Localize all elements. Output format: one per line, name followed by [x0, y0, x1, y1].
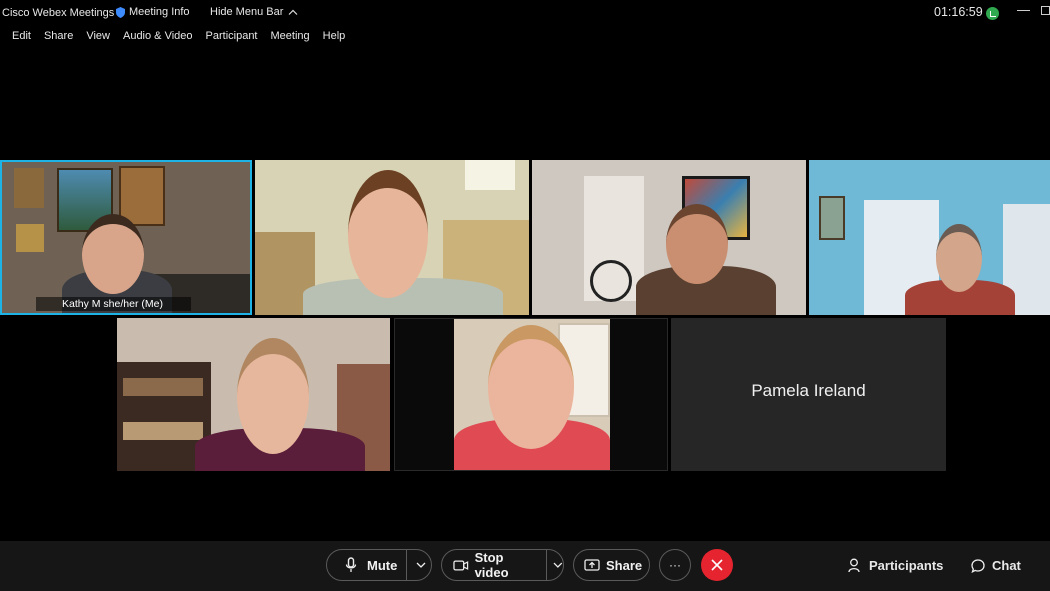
menu-share[interactable]: Share — [44, 30, 73, 42]
hide-menu-bar-label: Hide Menu Bar — [210, 6, 284, 18]
menu-edit[interactable]: Edit — [12, 30, 31, 42]
video-tile-4[interactable] — [809, 160, 1050, 315]
chevron-up-icon — [288, 9, 298, 15]
title-bar: Cisco Webex Meetings Meeting Info Hide M… — [0, 0, 1050, 26]
close-icon — [711, 559, 723, 571]
hide-menu-bar-button[interactable]: Hide Menu Bar — [210, 6, 298, 18]
person-head — [237, 338, 309, 454]
maximize-icon[interactable] — [1041, 6, 1050, 15]
menu-bar: Edit Share View Audio & Video Participan… — [12, 30, 358, 42]
self-name-label: Kathy M she/her (Me) — [36, 297, 191, 311]
ceiling-light — [465, 160, 515, 190]
share-label: Share — [606, 557, 643, 573]
wall-art — [14, 168, 44, 208]
video-tile-2[interactable] — [255, 160, 529, 315]
participants-label: Participants — [869, 558, 944, 573]
video-tile-self[interactable]: Kathy M she/her (Me) — [0, 160, 252, 315]
menu-view[interactable]: View — [86, 30, 110, 42]
mute-label: Mute — [367, 557, 398, 573]
meeting-info-button[interactable]: Meeting Info — [116, 6, 190, 18]
shelf-books — [123, 378, 203, 396]
video-tile-5[interactable] — [117, 318, 390, 471]
divider — [406, 549, 408, 581]
chat-icon — [971, 558, 985, 573]
app-name: Cisco Webex Meetings — [2, 7, 115, 19]
chevron-down-icon[interactable] — [416, 562, 426, 568]
share-button[interactable]: Share — [573, 549, 650, 581]
bicycle — [590, 260, 632, 302]
wall-frame — [819, 196, 845, 240]
stop-video-label: Stop video — [474, 550, 509, 580]
menu-meeting[interactable]: Meeting — [271, 30, 310, 42]
leave-meeting-button[interactable] — [701, 549, 733, 581]
microphone-icon — [345, 557, 357, 572]
mute-button[interactable]: Mute — [326, 549, 432, 581]
shield-icon — [116, 6, 125, 18]
person-head — [488, 325, 574, 449]
control-bar: Mute Stop video Share ··· Participants C… — [0, 541, 1050, 591]
video-tile-6[interactable] — [394, 318, 668, 471]
participants-button[interactable]: Participants — [848, 558, 943, 573]
person-head — [666, 204, 728, 284]
chat-button[interactable]: Chat — [971, 558, 1021, 573]
video-tile-3[interactable] — [532, 160, 806, 315]
video-frame — [454, 319, 610, 470]
wall-picture — [16, 224, 44, 252]
shelf-frames — [123, 422, 203, 440]
person-head — [936, 224, 982, 292]
stop-video-button[interactable]: Stop video — [441, 549, 564, 581]
minimize-icon[interactable]: — — [1017, 2, 1030, 17]
more-options-button[interactable]: ··· — [659, 549, 691, 581]
chat-label: Chat — [992, 558, 1021, 573]
meeting-timer: 01:16:59 — [934, 5, 983, 19]
camera-icon — [453, 559, 469, 571]
person-head — [348, 170, 428, 298]
participants-icon — [848, 558, 860, 573]
divider — [546, 549, 548, 581]
chevron-down-icon[interactable] — [553, 562, 563, 568]
menu-help[interactable]: Help — [323, 30, 346, 42]
more-icon: ··· — [669, 558, 681, 572]
video-tile-avatar[interactable]: Pamela Ireland — [671, 318, 946, 471]
participant-name: Pamela Ireland — [751, 381, 866, 400]
share-screen-icon — [584, 558, 600, 571]
meeting-info-label: Meeting Info — [129, 6, 190, 18]
network-status-icon[interactable] — [986, 7, 999, 20]
menu-participant[interactable]: Participant — [206, 30, 258, 42]
person-head — [82, 214, 144, 294]
menu-audio-video[interactable]: Audio & Video — [123, 30, 193, 42]
